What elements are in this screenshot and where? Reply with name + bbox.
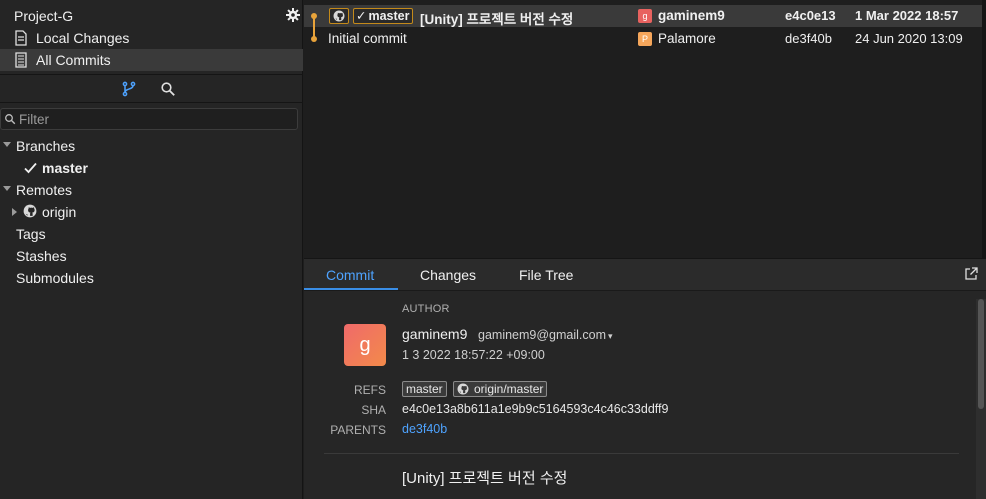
- author-email[interactable]: gaminem9@gmail.com ▾: [478, 328, 613, 342]
- ref-tag[interactable]: origin/master: [453, 381, 548, 397]
- author-section-label: AUTHOR: [402, 303, 450, 315]
- sidebar-divider: [0, 74, 303, 75]
- check-icon: ✓: [356, 9, 367, 23]
- commit-row[interactable]: Initial commit P Palamore de3f40b 24 Jun…: [304, 28, 986, 50]
- commit-message: [Unity] 프로젝트 버전 수정: [420, 12, 574, 27]
- search-icon: [5, 114, 16, 125]
- tree-label: origin: [42, 204, 77, 220]
- github-icon: [457, 383, 469, 395]
- popout-icon[interactable]: [964, 267, 978, 281]
- tree-label: Tags: [16, 226, 46, 242]
- filter-input[interactable]: [19, 111, 289, 128]
- tree-label: master: [42, 160, 88, 176]
- sha-label: SHA: [361, 403, 386, 417]
- commit-date: 24 Jun 2020 13:09: [855, 31, 963, 46]
- scroll-thumb[interactable]: [978, 299, 984, 409]
- tree-remotes[interactable]: Remotes: [0, 179, 303, 201]
- nav-label: All Commits: [36, 52, 111, 68]
- commit-row[interactable]: ✓ master [Unity] 프로젝트 버전 수정 g gaminem9 e4…: [304, 5, 986, 27]
- tree-label: Remotes: [16, 182, 73, 198]
- commit-graph: [311, 13, 317, 42]
- filter-field[interactable]: [0, 108, 298, 130]
- parent-link[interactable]: de3f40b: [402, 422, 447, 436]
- tree-label: Submodules: [16, 270, 94, 286]
- tab-commit[interactable]: Commit: [326, 267, 374, 283]
- search-icon[interactable]: [160, 81, 176, 97]
- commit-date: 1 Mar 2022 18:57: [855, 8, 959, 23]
- ref-label: master: [368, 9, 410, 23]
- github-ref-badge: [329, 8, 349, 24]
- tree-label: Stashes: [16, 248, 67, 264]
- project-header[interactable]: Project-G: [0, 5, 303, 27]
- parents-label: PARENTS: [330, 423, 386, 437]
- ref-tag[interactable]: master: [402, 381, 447, 397]
- nav-label: Local Changes: [36, 30, 130, 46]
- branch-ref-badge: ✓ master: [353, 8, 414, 24]
- branch-icon[interactable]: [121, 81, 137, 97]
- commit-list: ✓ master [Unity] 프로젝트 버전 수정 g gaminem9 e4…: [304, 0, 986, 258]
- avatar: P: [638, 32, 652, 46]
- tree-remote-origin[interactable]: origin: [0, 201, 303, 223]
- author-avatar: g: [344, 324, 386, 366]
- commit-sha: e4c0e13: [785, 8, 836, 23]
- tree-branches[interactable]: Branches: [0, 135, 303, 157]
- author-email-text: gaminem9@gmail.com: [478, 328, 607, 342]
- tree-tags[interactable]: Tags: [0, 223, 303, 245]
- details-scrollbar[interactable]: [976, 299, 986, 499]
- active-tab-indicator: [304, 288, 398, 290]
- tree-branch-master[interactable]: master: [0, 157, 303, 179]
- sidebar-divider: [0, 102, 303, 103]
- commit-message: Initial commit: [328, 31, 407, 46]
- tree-label: Branches: [16, 138, 76, 154]
- check-icon: [24, 162, 37, 174]
- author-name: gaminem9: [402, 326, 468, 342]
- commit-author: gaminem9: [658, 8, 725, 23]
- tab-file-tree[interactable]: File Tree: [519, 267, 573, 283]
- commit-list-scrollbar[interactable]: [982, 0, 986, 258]
- chevron-down-icon[interactable]: ▾: [608, 331, 613, 341]
- sidebar: Project-G Local Changes All Commits Filt…: [0, 0, 303, 499]
- project-name: Project-G: [14, 8, 74, 24]
- commit-list-icon: [15, 52, 27, 68]
- nav-all-commits[interactable]: All Commits: [0, 49, 303, 71]
- document-icon: [15, 30, 27, 46]
- tree-submodules[interactable]: Submodules: [0, 267, 303, 289]
- chevron-down-icon[interactable]: [3, 186, 11, 191]
- details-divider: [324, 453, 959, 454]
- github-icon: [23, 204, 37, 218]
- nav-local-changes[interactable]: Local Changes: [0, 27, 303, 49]
- tree-stashes[interactable]: Stashes: [0, 245, 303, 267]
- chevron-right-icon[interactable]: [12, 208, 17, 216]
- sha-value: e4c0e13a8b611a1e9b9c5164593c4c46c33ddff9: [402, 402, 669, 416]
- chevron-down-icon[interactable]: [3, 142, 11, 147]
- avatar: g: [638, 9, 652, 23]
- ref-tag-label: origin/master: [474, 382, 544, 396]
- commit-sha: de3f40b: [785, 31, 832, 46]
- commit-author: Palamore: [658, 31, 716, 46]
- tab-changes[interactable]: Changes: [420, 267, 476, 283]
- commit-summary: [Unity] 프로젝트 버전 수정: [402, 470, 568, 487]
- author-date: 1 3 2022 18:57:22 +09:00: [402, 348, 545, 362]
- details-tabs: Commit Changes File Tree: [304, 259, 986, 291]
- github-icon: [333, 10, 345, 22]
- gear-icon[interactable]: [285, 7, 301, 23]
- refs-label: REFS: [353, 383, 386, 397]
- commit-details: Commit Changes File Tree AUTHOR g gamine…: [304, 258, 986, 499]
